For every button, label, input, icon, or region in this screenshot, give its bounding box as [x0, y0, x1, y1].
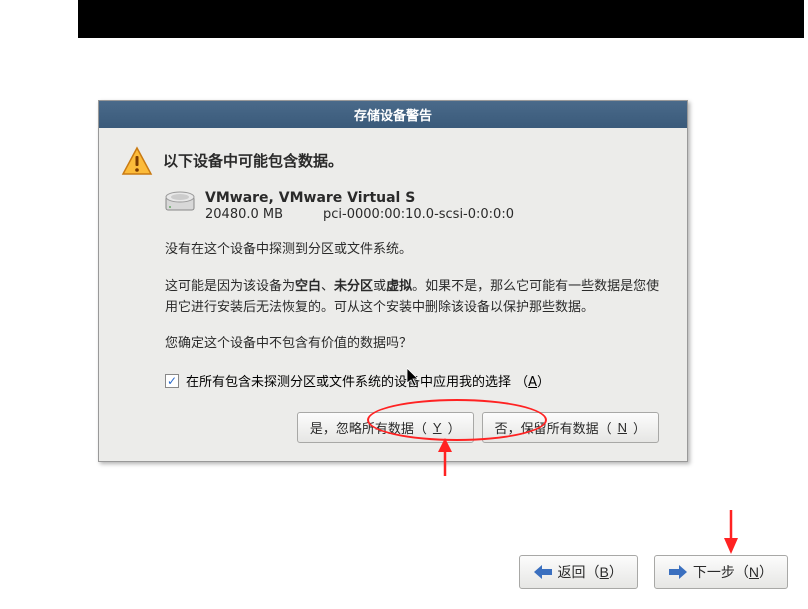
back-button[interactable]: 返回（B） [519, 555, 638, 589]
yes-discard-button[interactable]: 是，忽略所有数据（Y） [297, 412, 474, 443]
no-keep-button[interactable]: 否，保留所有数据（N） [482, 412, 659, 443]
dialog-heading: 以下设备中可能包含数据。 [163, 146, 343, 171]
storage-warning-dialog: 存储设备警告 以下设备中可能包含数据。 [98, 100, 688, 462]
dialog-body: 以下设备中可能包含数据。 VMware, VMware Virtual S 20… [99, 128, 687, 461]
top-banner [78, 0, 804, 38]
confirm-question: 您确定这个设备中不包含有价值的数据吗？ [165, 334, 665, 355]
device-name: VMware, VMware Virtual S [205, 190, 514, 206]
device-meta: 20480.0 MB pci-0000:00:10.0-scsi-0:0:0:0 [205, 207, 514, 222]
next-button[interactable]: 下一步（N） [654, 555, 788, 589]
arrow-left-icon [534, 565, 552, 579]
warning-line-1: 没有在这个设备中探测到分区或文件系统。 [165, 240, 665, 261]
arrow-right-icon [669, 565, 687, 579]
apply-all-checkbox[interactable]: ✓ [165, 374, 179, 388]
apply-all-label: 在所有包含未探测分区或文件系统的设备中应用我的选择 （A） [186, 371, 550, 390]
warning-icon [121, 146, 153, 178]
warning-paragraph-2: 这可能是因为该设备为空白、未分区或虚拟。如果不是，那么它可能有一些数据是您使用它… [165, 277, 665, 319]
dialog-title: 存储设备警告 [99, 101, 687, 128]
annotation-arrow-2 [718, 508, 744, 554]
device-path: pci-0000:00:10.0-scsi-0:0:0:0 [323, 207, 514, 222]
device-size: 20480.0 MB [205, 207, 283, 222]
hdd-icon [165, 190, 195, 212]
